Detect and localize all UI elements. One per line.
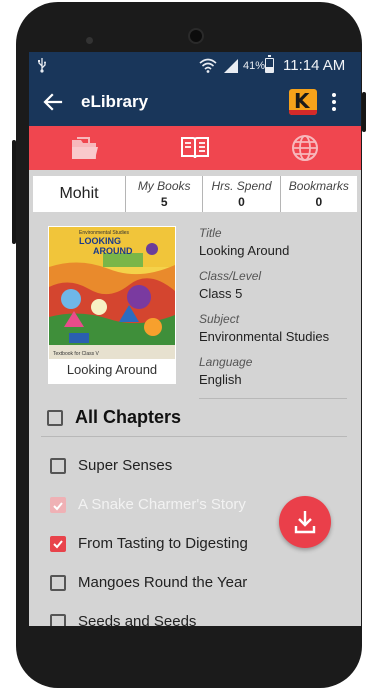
stat-bookmarks: Bookmarks 0: [279, 176, 357, 212]
meta-language: Language English: [199, 355, 359, 398]
divider: [199, 398, 347, 399]
stat-value: 5: [160, 195, 168, 209]
book-cover-image: Environmental Studies LOOKING AROUND Tex…: [49, 227, 175, 359]
tab-library[interactable]: [139, 126, 249, 170]
all-chapters-checkbox[interactable]: [47, 410, 63, 426]
front-camera: [188, 28, 204, 44]
meta-value: Class 5: [199, 286, 243, 301]
chapter-item[interactable]: Mangoes Round the Year: [50, 571, 310, 595]
stat-my-books: My Books 5: [125, 176, 202, 212]
wifi-icon: [199, 58, 217, 78]
stat-value: 0: [238, 195, 245, 209]
divider: [41, 436, 347, 437]
chapter-title: A Snake Charmer's Story: [78, 496, 246, 513]
app-screen: 41% 11:14 AM eLibrary K Mohit My Books 5…: [29, 52, 361, 626]
stat-hours-spend: Hrs. Spend 0: [202, 176, 279, 212]
folder-open-icon: [72, 137, 98, 159]
tab-bar: [29, 126, 361, 170]
chapter-item[interactable]: A Snake Charmer's Story: [50, 493, 310, 517]
signal-icon: [223, 58, 239, 78]
tab-globe[interactable]: [249, 126, 359, 170]
battery-percent: 41%: [243, 60, 266, 72]
stat-label: Bookmarks: [288, 179, 349, 193]
meta-label: Language: [199, 355, 253, 369]
chapter-title: Seeds and Seeds: [78, 613, 197, 626]
usb-icon: [37, 57, 47, 76]
chapter-item[interactable]: Seeds and Seeds: [50, 610, 310, 626]
meta-value: Environmental Studies: [199, 329, 330, 344]
user-stats-bar: Mohit My Books 5 Hrs. Spend 0 Bookmarks …: [33, 176, 357, 212]
chapter-checkbox[interactable]: [50, 497, 66, 513]
battery-level: [266, 66, 273, 72]
download-button[interactable]: [279, 496, 331, 548]
battery-icon: [265, 55, 274, 73]
clock: 11:14 AM: [283, 57, 346, 74]
stat-value: 0: [315, 195, 323, 209]
chapter-item[interactable]: Super Senses: [50, 454, 310, 478]
meta-label: Class/Level: [199, 269, 262, 283]
meta-subject: Subject Environmental Studies: [199, 312, 359, 355]
volume-button: [12, 140, 16, 244]
logo-band: [289, 110, 317, 115]
power-button: [362, 92, 366, 132]
stat-label: My Books: [137, 179, 191, 193]
book-cover-caption: Looking Around: [66, 362, 158, 377]
tab-folder[interactable]: [29, 126, 139, 170]
stat-label: Hrs. Spend: [211, 179, 272, 193]
chapter-checkbox[interactable]: [50, 458, 66, 474]
back-arrow-icon[interactable]: [43, 90, 63, 114]
all-chapters-label: All Chapters: [75, 407, 182, 427]
meta-value: English: [199, 372, 242, 387]
book-detail-content: Mohit My Books 5 Hrs. Spend 0 Bookmarks …: [29, 170, 361, 626]
chapter-checkbox[interactable]: [50, 575, 66, 591]
cover-footer: Textbook for Class V: [53, 351, 100, 357]
meta-title: Title Looking Around: [199, 226, 359, 269]
meta-label: Subject: [199, 312, 240, 326]
brand-logo[interactable]: K: [289, 89, 317, 115]
all-chapters-row[interactable]: All Chapters: [47, 404, 347, 434]
app-bar: eLibrary K: [29, 80, 361, 126]
book-cover-card[interactable]: Environmental Studies LOOKING AROUND Tex…: [48, 226, 176, 384]
chapter-checkbox[interactable]: [50, 614, 66, 626]
cover-title-line1: LOOKING: [79, 236, 121, 246]
download-icon: [294, 511, 316, 534]
book-metadata: Title Looking Around Class/Level Class 5…: [199, 226, 359, 398]
chapter-checkbox[interactable]: [50, 536, 66, 552]
cover-title-line2: AROUND: [93, 246, 133, 256]
chapter-title: Mangoes Round the Year: [78, 574, 248, 591]
chapter-title: From Tasting to Digesting: [78, 535, 248, 552]
globe-icon: [292, 135, 318, 161]
app-title: eLibrary: [81, 92, 149, 111]
meta-class-level: Class/Level Class 5: [199, 269, 359, 312]
chapter-item[interactable]: From Tasting to Digesting: [50, 532, 310, 556]
overflow-menu-icon[interactable]: [331, 93, 337, 113]
chapter-title: Super Senses: [78, 457, 173, 474]
meta-value: Looking Around: [199, 243, 290, 258]
meta-label: Title: [199, 226, 222, 240]
status-bar: 41% 11:14 AM: [29, 52, 361, 80]
user-name: Mohit: [59, 185, 99, 202]
open-book-icon: [181, 137, 209, 159]
front-sensor: [86, 37, 93, 44]
